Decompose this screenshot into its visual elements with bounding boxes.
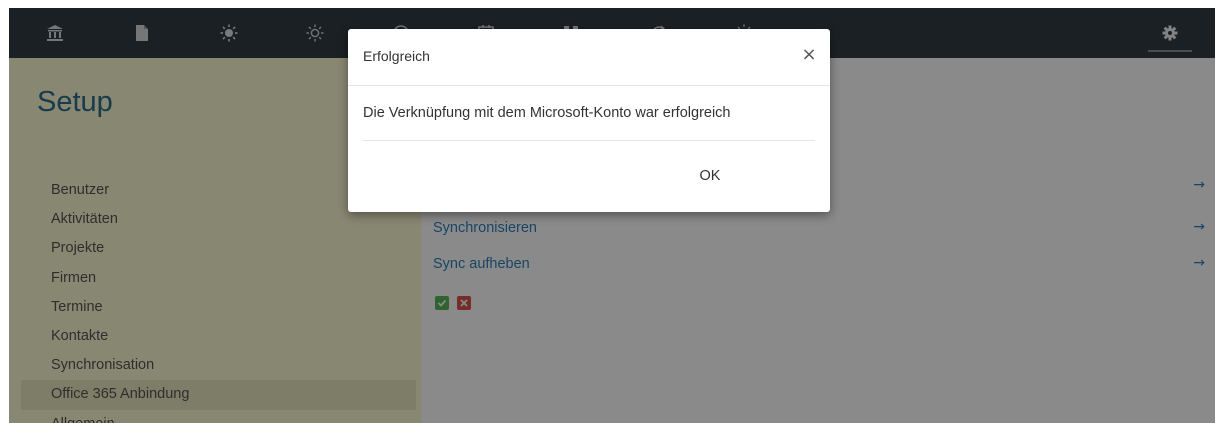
dialog-divider [348,85,830,86]
dialog-title: Erfolgreich [363,48,430,64]
ok-button[interactable]: OK [682,161,738,191]
dialog-divider [363,140,815,141]
success-dialog: Erfolgreich × Die Verknüpfung mit dem Mi… [348,29,830,212]
dialog-message: Die Verknüpfung mit dem Microsoft-Konto … [363,105,731,121]
close-icon[interactable]: × [801,46,817,64]
app-window: Setup Benutzer Aktivitäten Projekte Firm… [9,8,1215,423]
